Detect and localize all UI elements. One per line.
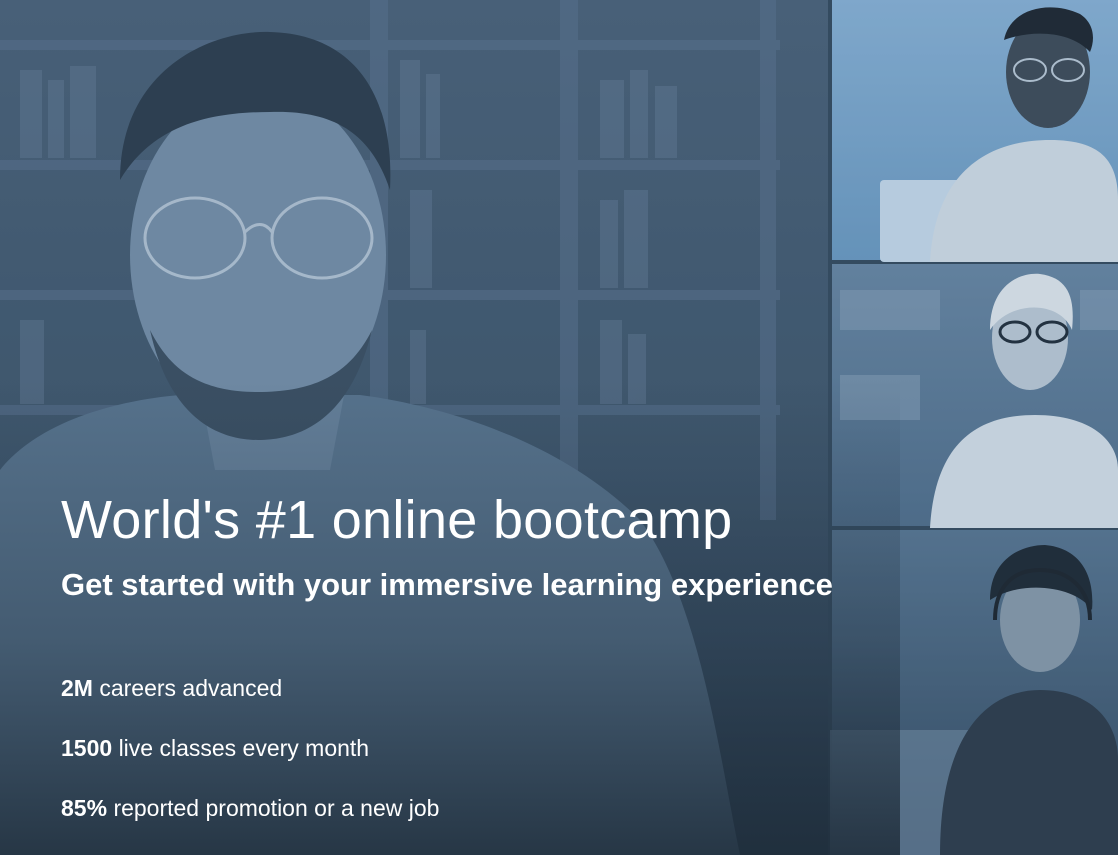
stat-promotion-rate: 85% reported promotion or a new job — [61, 792, 439, 852]
stat-label: reported promotion or a new job — [113, 795, 440, 821]
stats-list: 2M careers advanced 1500 live classes ev… — [61, 672, 439, 852]
stat-careers-advanced: 2M careers advanced — [61, 672, 439, 732]
hero-subheadline: Get started with your immersive learning… — [61, 567, 833, 602]
stat-value: 1500 — [61, 735, 113, 761]
stat-live-classes: 1500 live classes every month — [61, 732, 439, 792]
stat-label: careers advanced — [99, 675, 283, 701]
stat-label: live classes every month — [118, 735, 370, 761]
stat-value: 2M — [61, 675, 93, 701]
hero-banner: World's #1 online bootcamp Get started w… — [0, 0, 1118, 855]
stat-value: 85% — [61, 795, 108, 821]
hero-headline: World's #1 online bootcamp — [61, 490, 733, 550]
